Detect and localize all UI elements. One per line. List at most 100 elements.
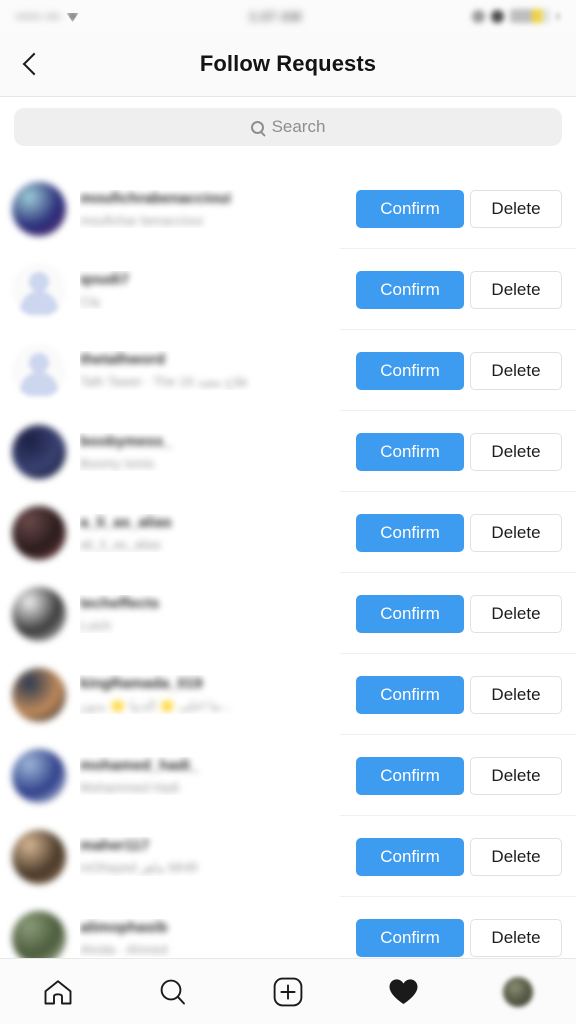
delete-button[interactable]: Delete bbox=[470, 918, 562, 957]
home-icon bbox=[43, 979, 73, 1005]
table-row[interactable]: techeffects Luich Confirm Delete bbox=[0, 573, 576, 654]
row-actions: Confirm Delete bbox=[356, 270, 562, 309]
battery-icon bbox=[510, 9, 550, 23]
user-info: a_li_as_alias ali_li_as_alias bbox=[80, 514, 348, 552]
chevron-left-icon bbox=[22, 52, 46, 76]
fullname-label: mOhayed ماهر MHR bbox=[80, 860, 199, 875]
add-post-icon bbox=[273, 977, 303, 1007]
user-info: alimophasib Alvida · Ahmed bbox=[80, 919, 348, 957]
avatar[interactable] bbox=[12, 262, 66, 317]
username-label: techeffects bbox=[80, 594, 160, 612]
avatar[interactable] bbox=[12, 181, 66, 236]
delete-button[interactable]: Delete bbox=[470, 756, 562, 795]
tab-activity[interactable] bbox=[346, 959, 461, 1024]
avatar[interactable] bbox=[12, 748, 66, 803]
delete-button[interactable]: Delete bbox=[470, 351, 562, 390]
table-row[interactable]: kingRamada_019 ما احلى 🌟 الدنيا 🌟 بدون...… bbox=[0, 654, 576, 735]
delete-button[interactable]: Delete bbox=[470, 594, 562, 633]
delete-button[interactable]: Delete bbox=[470, 837, 562, 876]
delete-button[interactable]: Delete bbox=[470, 432, 562, 471]
avatar[interactable] bbox=[12, 505, 66, 560]
search-input[interactable]: Search bbox=[14, 108, 562, 146]
username-label: alimophasib bbox=[80, 918, 168, 936]
row-actions: Confirm Delete bbox=[356, 918, 562, 957]
bottom-navigation bbox=[0, 958, 576, 1024]
avatar[interactable] bbox=[12, 424, 66, 479]
user-info: kingRamada_019 ما احلى 🌟 الدنيا 🌟 بدون... bbox=[80, 675, 348, 714]
user-info: mohamed_hadi_ Mohammed Hadi bbox=[80, 757, 348, 795]
table-row[interactable]: mohamed_hadi_ Mohammed Hadi Confirm Delete bbox=[0, 735, 576, 816]
confirm-button[interactable]: Confirm bbox=[356, 351, 464, 390]
delete-button[interactable]: Delete bbox=[470, 675, 562, 714]
fullname-label: Mohammed Hadi bbox=[80, 779, 179, 795]
search-container: Search bbox=[0, 97, 576, 158]
table-row[interactable]: alimophasib Alvida · Ahmed Confirm Delete bbox=[0, 897, 576, 958]
user-info: qoudi7 Ciq bbox=[80, 271, 348, 309]
wifi-icon bbox=[66, 13, 79, 22]
confirm-button[interactable]: Confirm bbox=[356, 432, 464, 471]
user-info: maher117 mOhayed ماهر MHR bbox=[80, 837, 348, 876]
clock-label: 1:07 AM bbox=[248, 8, 302, 24]
row-actions: Confirm Delete bbox=[356, 513, 562, 552]
carrier-label: ••••• ••• bbox=[16, 8, 61, 24]
avatar[interactable] bbox=[12, 343, 66, 398]
bluetooth-icon bbox=[491, 9, 504, 23]
username-label: kingRamada_019 bbox=[80, 675, 203, 692]
avatar[interactable] bbox=[12, 667, 66, 722]
confirm-button[interactable]: Confirm bbox=[356, 189, 464, 228]
delete-button[interactable]: Delete bbox=[470, 513, 562, 552]
page-title: Follow Requests bbox=[199, 51, 377, 76]
username-label: thetalhword bbox=[80, 351, 165, 368]
status-bar-left: ••••• ••• bbox=[16, 9, 79, 24]
heart-icon bbox=[388, 978, 419, 1006]
row-actions: Confirm Delete bbox=[356, 837, 562, 876]
table-row[interactable]: a_li_as_alias ali_li_as_alias Confirm Delet… bbox=[0, 492, 576, 573]
tab-profile[interactable] bbox=[461, 959, 576, 1024]
battery-tip-icon bbox=[556, 12, 560, 20]
table-row[interactable]: boobymess_ Boomy Ismis Confirm Delete bbox=[0, 411, 576, 492]
avatar[interactable] bbox=[12, 586, 66, 641]
fullname-label: Luich bbox=[80, 617, 112, 633]
fullname-label: ali_li_as_alias bbox=[80, 536, 161, 552]
status-bar-right bbox=[472, 9, 560, 23]
fullname-label: Boomy Ismis bbox=[80, 455, 155, 471]
table-row[interactable]: maher117 mOhayed ماهر MHR Confirm Delete bbox=[0, 816, 576, 897]
confirm-button[interactable]: Confirm bbox=[356, 270, 464, 309]
page-header: Follow Requests bbox=[0, 32, 576, 97]
avatar[interactable] bbox=[12, 910, 66, 958]
confirm-button[interactable]: Confirm bbox=[356, 756, 464, 795]
username-label: mohamed_hadi_ bbox=[80, 756, 199, 774]
status-bar: ••••• ••• 1:07 AM bbox=[0, 0, 576, 32]
confirm-button[interactable]: Confirm bbox=[356, 675, 464, 714]
avatar[interactable] bbox=[12, 829, 66, 884]
username-label: a_li_as_alias bbox=[80, 513, 172, 531]
username-label: qoudi7 bbox=[80, 270, 130, 288]
status-bar-center: 1:07 AM bbox=[249, 9, 302, 24]
follow-request-list[interactable]: moufichrabenaccioui moufichar benaccioui C… bbox=[0, 168, 576, 958]
confirm-button[interactable]: Confirm bbox=[356, 513, 464, 552]
row-actions: Confirm Delete bbox=[356, 189, 562, 228]
username-label: moufichrabenaccioui bbox=[80, 189, 231, 207]
table-row[interactable]: thetalhword Talh Tawer · The فلاح معيد 16… bbox=[0, 330, 576, 411]
table-row[interactable]: moufichrabenaccioui moufichar benaccioui C… bbox=[0, 168, 576, 249]
confirm-button[interactable]: Confirm bbox=[356, 594, 464, 633]
back-button[interactable] bbox=[10, 42, 54, 86]
fullname-label: Ciq bbox=[80, 293, 100, 309]
row-actions: Confirm Delete bbox=[356, 594, 562, 633]
username-label: maher117 bbox=[80, 837, 150, 854]
confirm-button[interactable]: Confirm bbox=[356, 918, 464, 957]
profile-avatar bbox=[503, 976, 534, 1007]
confirm-button[interactable]: Confirm bbox=[356, 837, 464, 876]
fullname-label: Talh Tawer · The فلاح معيد 16 bbox=[80, 374, 248, 389]
delete-button[interactable]: Delete bbox=[470, 189, 562, 228]
user-info: boobymess_ Boomy Ismis bbox=[80, 433, 348, 471]
row-actions: Confirm Delete bbox=[356, 756, 562, 795]
table-row[interactable]: qoudi7 Ciq Confirm Delete bbox=[0, 249, 576, 330]
search-placeholder: Search bbox=[271, 117, 326, 136]
tab-search[interactable] bbox=[115, 959, 230, 1024]
delete-button[interactable]: Delete bbox=[470, 270, 562, 309]
tab-home[interactable] bbox=[0, 959, 115, 1024]
fullname-label: moufichar benaccioui bbox=[80, 212, 203, 228]
tab-new-post[interactable] bbox=[230, 959, 345, 1024]
fullname-label: Alvida · Ahmed bbox=[80, 941, 168, 957]
